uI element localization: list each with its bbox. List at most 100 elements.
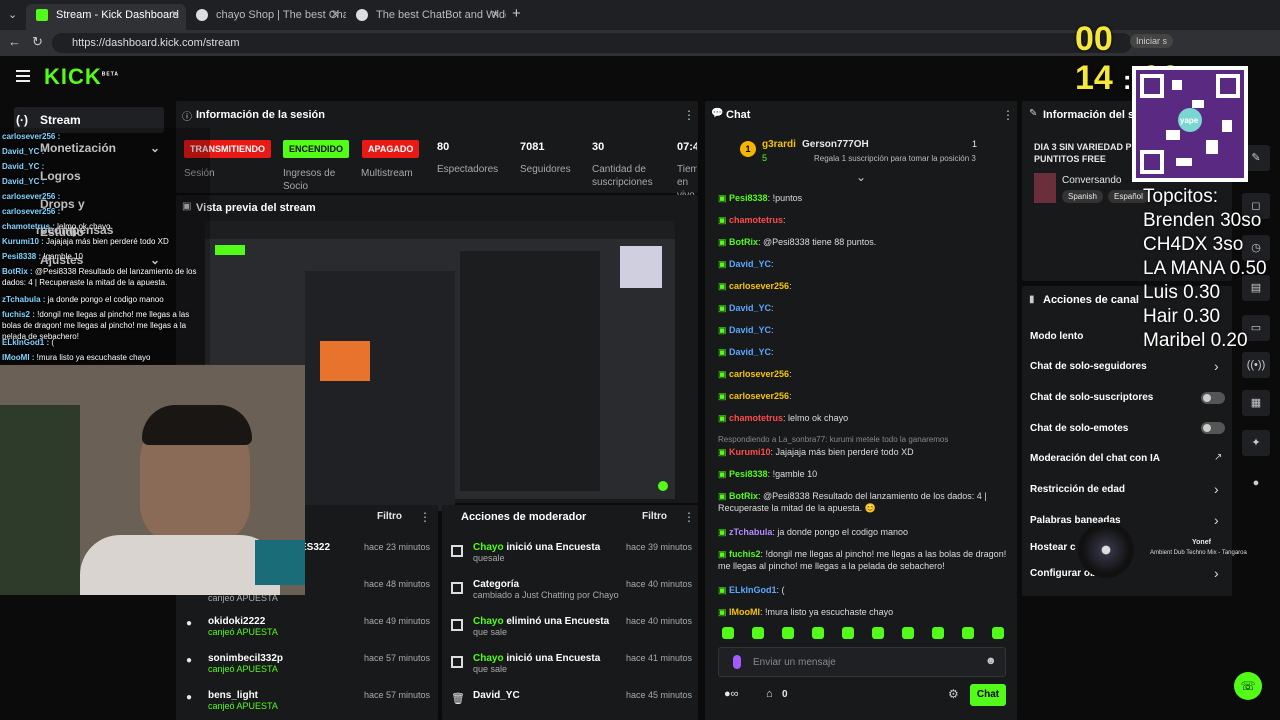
chat-message[interactable]: ▣ fuchis2: !dongil me llegas al pincho! … [718,548,1008,572]
kick-logo[interactable]: KICKBETA [44,64,119,90]
emote-icon[interactable] [872,627,884,639]
shop-icon[interactable]: ⌂ [766,688,773,700]
emote-icon[interactable] [812,627,824,639]
chat-username: Pesi8338 [729,469,768,479]
emote-icon[interactable] [902,627,914,639]
panel-title: Vista previa del stream [196,202,316,214]
event-row: ● sonimbecil332p canjeó APUESTA hace 57 m… [186,653,430,674]
overlay-username: chamotetrus : [2,222,55,231]
chat-message[interactable]: ▣ David_YC: [718,346,1008,358]
external-link-icon[interactable]: ↗ [1214,452,1222,463]
gear-icon[interactable]: ⚙ [948,687,959,701]
close-tab-icon[interactable]: ✕ [491,4,500,26]
emote-icon[interactable] [782,627,794,639]
back-arrow-icon[interactable]: ← [8,34,21,49]
chat-message[interactable]: ▣ IMooMI: !mura listo ya escuchaste chay… [718,606,1008,618]
subscribers-only-option[interactable]: Chat de solo-suscriptores [1030,392,1153,403]
url-field[interactable]: https://dashboard.kick.com/stream [52,33,1132,53]
points-icon[interactable]: ●∞ [724,688,739,700]
chat-message[interactable]: ▣ David_YC: [718,324,1008,336]
info-icon: ⓘ [182,112,192,123]
chat-input[interactable]: Enviar un mensaje ☻ [718,647,1006,677]
chevron-right-icon[interactable]: › [1214,565,1219,581]
more-options-icon[interactable]: ⋮ [683,108,695,122]
tab-chatbot-widgets[interactable]: The best ChatBot and Widgets for ✕ [346,4,506,30]
ai-moderation-option[interactable]: Moderación del chat con IA [1030,453,1160,464]
emotes-only-toggle[interactable] [1201,422,1225,434]
emoji-icon[interactable]: ☻ [985,655,997,667]
stat-label: Ingresos de Socio [283,168,336,192]
mod-action-row: Chayo inició una Encuesta que sale hace 4… [451,653,692,674]
support-icon[interactable]: ☏ [1234,672,1262,700]
send-chat-button[interactable]: Chat [970,684,1006,706]
overlay-username: carlosever256 : [2,192,61,201]
chat-message[interactable]: ▣ chamotetrus: lelmo ok chayo [718,412,1008,424]
chat-message[interactable]: ▣ Pesi8338: !puntos [718,192,1008,204]
menu-icon[interactable] [16,70,30,72]
emote-icon[interactable] [752,627,764,639]
tab-kick-dashboard[interactable]: Stream - Kick Dashboard ✕ [26,4,186,30]
overlay-chat-message: Kurumi10 : Jajajaja más bien perderé tod… [2,236,207,247]
gift-prompt[interactable]: Regala 1 suscripción para tomar la posic… [814,154,976,163]
badge-icon: ▣ [718,369,730,379]
emote-icon[interactable] [932,627,944,639]
chat-message[interactable]: ▣ ELkInGod1: ( [718,584,1008,596]
tab-chayo-shop[interactable]: chayo Shop | The best ChatBot and ✕ [186,4,346,30]
host-option[interactable]: Hostear c [1030,542,1076,553]
chat-message[interactable]: ▣ Kurumi10: Jajajaja más bien perderé to… [718,446,1008,458]
slow-mode-option[interactable]: Modo lento [1030,331,1083,342]
wrench-icon[interactable]: ✦ [1242,430,1270,456]
chat-message[interactable]: ▣ carlosever256: [718,280,1008,292]
chat-message[interactable]: ▣ carlosever256: [718,390,1008,402]
chevron-down-icon[interactable]: ⌄ [856,170,866,184]
badge-icon: ▣ [718,193,730,203]
age-restriction-option[interactable]: Restricción de edad [1030,484,1125,495]
leaderboard-rank-badge: 1 [740,141,756,157]
badge-icon: ▣ [718,259,730,269]
more-options-icon[interactable]: ⋮ [683,510,695,524]
filter-button[interactable]: Filtro [377,511,402,522]
stat-label: Seguidores [520,164,571,175]
chat-message[interactable]: ▣ carlosever256: [718,368,1008,380]
music-artist: Yonef [1192,539,1211,546]
overlay-text: lelmo ok chayo [57,222,111,231]
chat-message[interactable]: ▣ chamotetrus: [718,214,1008,226]
chevron-right-icon[interactable]: › [1214,481,1219,497]
chat-message[interactable]: ▣ BotRix: @Pesi8338 tiene 88 puntos. [718,236,1008,248]
new-tab-button[interactable]: + [512,5,521,22]
emote-icon[interactable] [842,627,854,639]
layout-icon[interactable]: ▦ [1242,390,1270,416]
chat-message[interactable]: ▣ David_YC: [718,258,1008,270]
tab-search-icon[interactable]: ⌄ [8,8,17,21]
overlay-chat-message: BotRix : @Pesi8338 Resultado del lanzami… [2,266,207,288]
chat-username: David_YC [729,303,772,313]
followers-only-option[interactable]: Chat de solo-seguidores [1030,361,1147,372]
gift-user[interactable]: Gerson777OH [802,139,869,150]
emote-icon[interactable] [722,627,734,639]
filter-button[interactable]: Filtro [642,511,667,522]
chat-message[interactable]: ▣ BotRix: @Pesi8338 Resultado del lanzam… [718,490,1008,514]
subscribers-only-toggle[interactable] [1201,392,1225,404]
chevron-right-icon[interactable]: › [1214,512,1219,528]
category-thumbnail[interactable] [1034,173,1056,203]
apps-icon[interactable]: ● [1242,470,1270,496]
status-badge-multistream: APAGADO [362,140,420,158]
close-tab-icon[interactable]: ✕ [171,4,180,26]
subscriptions-value: 30 [592,141,605,153]
chat-message[interactable]: ▣ David_YC: [718,302,1008,314]
chevron-right-icon[interactable]: › [1214,358,1219,374]
broadcast-icon[interactable]: ((•)) [1242,352,1270,378]
category-name[interactable]: Conversando [1062,175,1121,186]
chat-message[interactable]: ▣ zTchabula: ja donde pongo el codigo ma… [718,526,1008,538]
more-options-icon[interactable]: ⋮ [419,510,431,524]
reload-icon[interactable]: ↻ [32,34,43,50]
microphone-icon[interactable] [733,655,741,669]
chat-message[interactable]: ▣ Pesi8338: !gamble 10 [718,468,1008,480]
emotes-only-option[interactable]: Chat de solo-emotes [1030,423,1128,434]
close-tab-icon[interactable]: ✕ [331,4,340,26]
microphone [255,540,305,585]
more-options-icon[interactable]: ⋮ [1002,108,1014,122]
emote-icon[interactable] [962,627,974,639]
top-gifter-user[interactable]: g3rardi [762,139,796,150]
emote-icon[interactable] [992,627,1004,639]
